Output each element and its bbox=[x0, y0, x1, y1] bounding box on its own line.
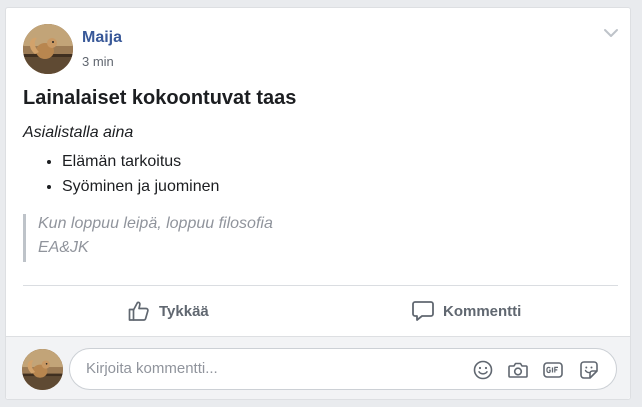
thumbs-up-icon bbox=[126, 298, 152, 324]
quote-line: Kun loppuu leipä, loppuu filosofia bbox=[38, 215, 273, 232]
chevron-down-icon[interactable] bbox=[602, 26, 620, 40]
divider bbox=[23, 285, 618, 286]
comment-input[interactable]: Kirjoita kommentti... bbox=[69, 348, 617, 390]
agenda-list: Elämän tarkoitus Syöminen ja juominen bbox=[23, 153, 219, 203]
post-subtitle: Asialistalla aina bbox=[23, 124, 134, 141]
smiley-icon[interactable] bbox=[472, 359, 494, 381]
comment-button[interactable]: Kommentti bbox=[410, 292, 521, 330]
camera-icon[interactable] bbox=[507, 359, 529, 381]
post-timestamp[interactable]: 3 min bbox=[82, 54, 114, 69]
post-title: Lainalaiset kokoontuvat taas bbox=[23, 87, 297, 109]
list-item: Syöminen ja juominen bbox=[62, 178, 219, 203]
post-card: Maija 3 min Lainalaiset kokoontuvat taas… bbox=[5, 7, 631, 400]
list-item: Elämän tarkoitus bbox=[62, 153, 219, 178]
comment-label: Kommentti bbox=[443, 302, 522, 320]
comment-placeholder: Kirjoita kommentti... bbox=[86, 360, 218, 377]
blockquote: Kun loppuu leipä, loppuu filosofia EA&JK bbox=[23, 214, 323, 262]
author-name[interactable]: Maija bbox=[82, 29, 122, 47]
like-button[interactable]: Tykkää bbox=[126, 292, 209, 330]
author-avatar[interactable] bbox=[23, 24, 73, 74]
gif-icon[interactable] bbox=[542, 359, 564, 381]
sticker-icon[interactable] bbox=[578, 359, 600, 381]
current-user-avatar[interactable] bbox=[22, 349, 63, 390]
quote-line: EA&JK bbox=[38, 239, 89, 256]
like-label: Tykkää bbox=[159, 302, 209, 320]
speech-bubble-icon bbox=[410, 298, 436, 324]
